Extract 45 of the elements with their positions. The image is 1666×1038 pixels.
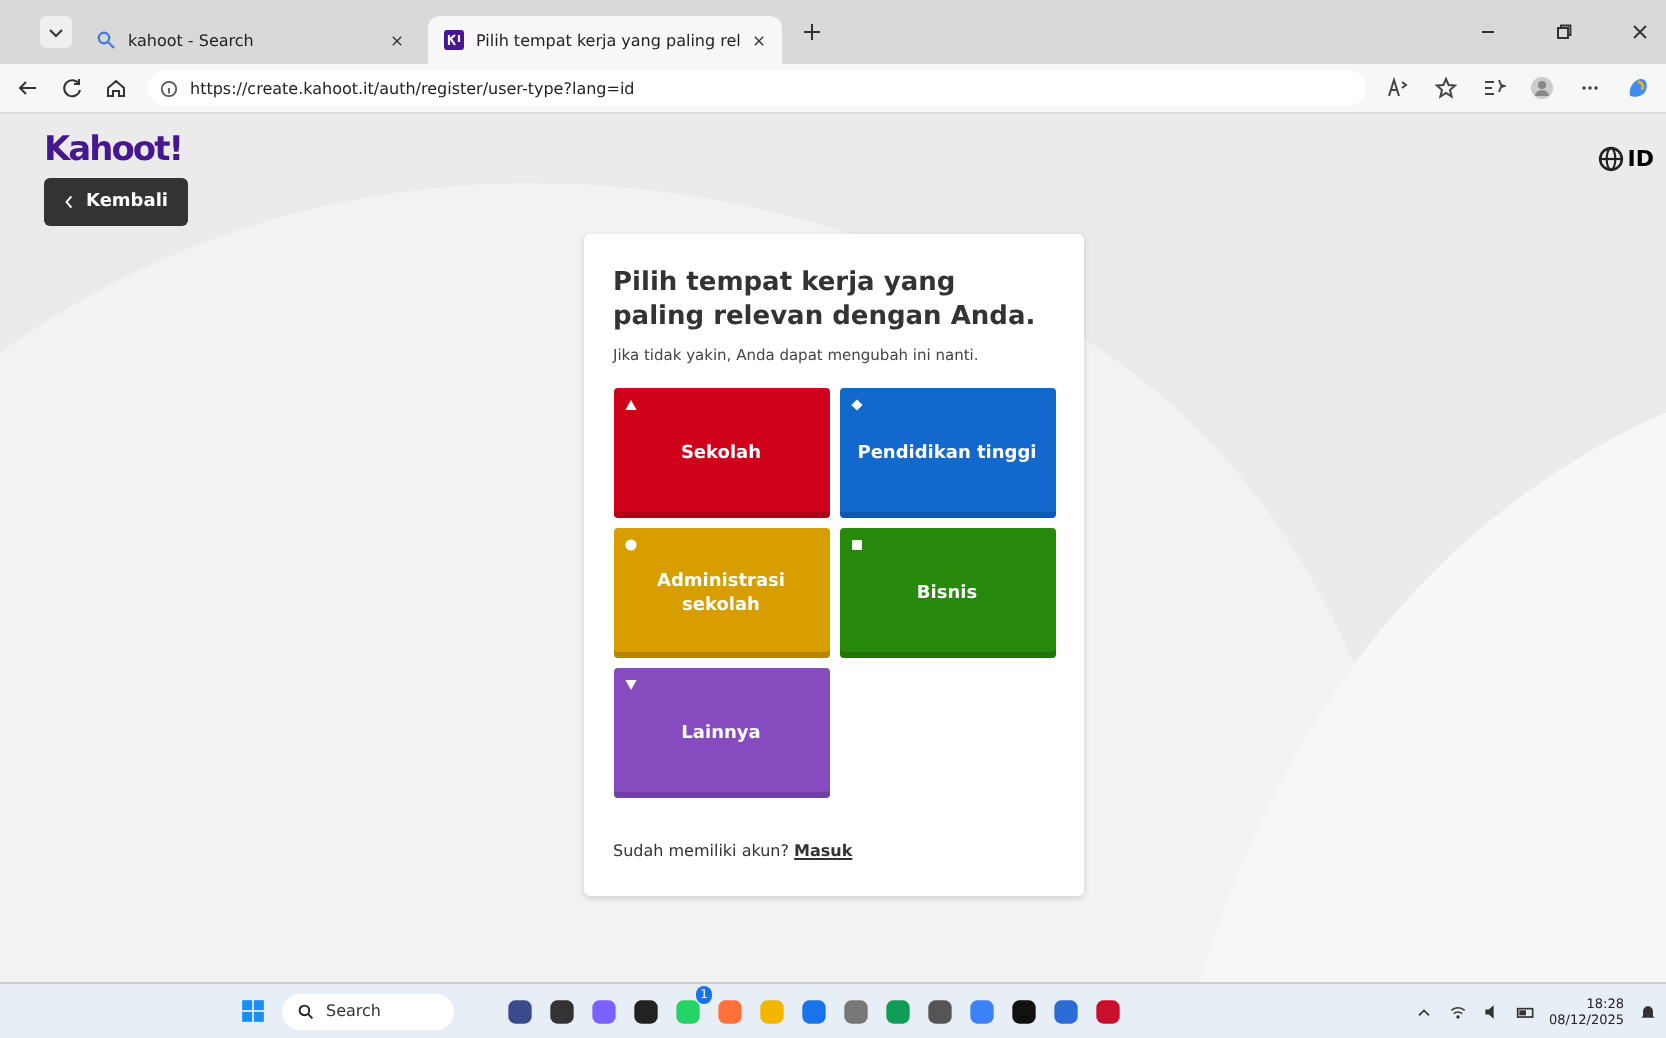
diamond-icon (849, 398, 863, 412)
profile-icon[interactable] (1530, 76, 1554, 100)
search-icon (96, 30, 116, 50)
close-tab-icon[interactable] (752, 33, 767, 47)
triangle-icon (623, 678, 637, 692)
tab-actions-icon[interactable] (40, 16, 72, 48)
taskbar-search-field[interactable]: Search (282, 993, 454, 1029)
search-icon (298, 1003, 314, 1019)
home-icon[interactable] (104, 76, 128, 100)
triangle-icon (623, 398, 637, 412)
browser-tab[interactable]: Pilih tempat kerja yang paling rel (428, 16, 783, 64)
taskbar-app-icon[interactable] (1010, 997, 1038, 1025)
back-arrow-icon[interactable] (16, 76, 40, 100)
address-bar[interactable]: https://create.kahoot.it/auth/register/user-type?lang=id (148, 70, 1366, 106)
chevron-left-icon (64, 194, 74, 210)
favorites-icon[interactable] (1482, 76, 1506, 100)
windows-start-icon[interactable] (240, 998, 266, 1024)
refresh-icon[interactable] (60, 76, 84, 100)
login-link[interactable]: Masuk (794, 842, 853, 860)
browser-tab[interactable]: kahoot - Search (80, 16, 420, 64)
new-tab-icon[interactable] (802, 22, 823, 42)
square-icon (849, 538, 863, 552)
taskbar-app-icon[interactable] (506, 997, 534, 1025)
back-button[interactable]: Kembali (44, 178, 188, 226)
workplace-option[interactable]: Pendidikan tinggi (839, 388, 1055, 518)
taskbar-app-icon[interactable] (548, 997, 576, 1025)
kahoot-logo[interactable]: Kahoot! (44, 130, 182, 170)
restore-icon[interactable] (1554, 22, 1574, 42)
wifi-icon[interactable] (1447, 1001, 1468, 1021)
close-tab-icon[interactable] (390, 33, 404, 47)
taskbar-app-icon[interactable] (632, 997, 660, 1025)
taskbar-app-icon[interactable] (926, 997, 954, 1025)
circle-icon (623, 538, 637, 552)
notification-bell-icon[interactable] (1638, 1001, 1658, 1021)
card-title: Pilih tempat kerja yang paling relevan dengan Anda. (613, 266, 1038, 334)
workplace-option[interactable]: Lainnya (613, 668, 829, 798)
site-info-icon (160, 79, 178, 97)
workplace-option[interactable]: Sekolah (613, 388, 829, 518)
close-icon[interactable] (1630, 22, 1650, 42)
globe-icon (1597, 145, 1624, 171)
read-aloud-icon[interactable] (1386, 76, 1410, 100)
workplace-option[interactable]: Bisnis (839, 528, 1055, 658)
language-button[interactable]: ID (1597, 138, 1654, 178)
star-icon[interactable] (1434, 76, 1458, 100)
login-prompt: Sudah memiliki akun? (613, 842, 789, 860)
